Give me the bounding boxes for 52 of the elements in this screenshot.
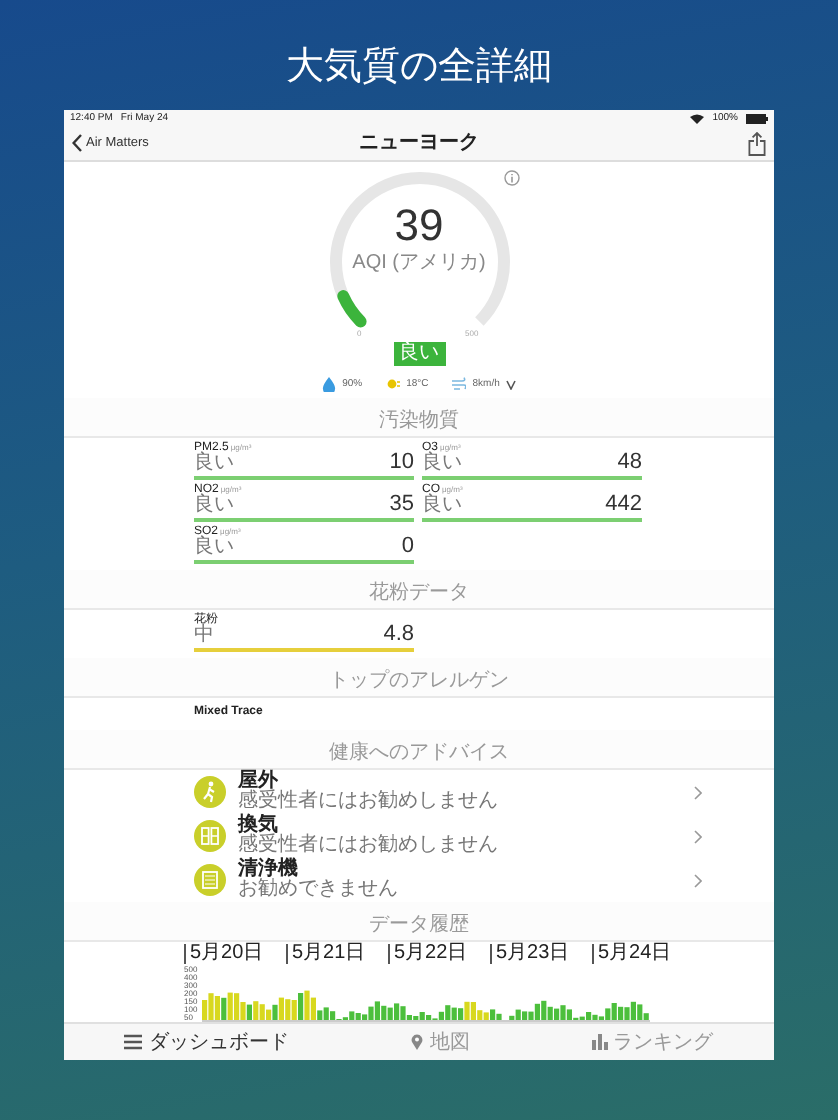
headline: 大気質の全詳細 <box>286 42 552 92</box>
metric-status: 良い <box>194 454 234 474</box>
advice-title: 換気 <box>238 816 278 836</box>
chevron-right-icon <box>694 873 702 887</box>
section-header: 健康へのアドバイス <box>329 742 509 764</box>
metric-value: 10 <box>389 452 414 474</box>
battery-icon <box>746 113 768 123</box>
advice-text: 感受性者にはお勧めしません <box>238 836 500 856</box>
metric-value: 0 <box>401 536 414 558</box>
wifi-icon <box>690 113 705 123</box>
screen-title: ニューヨーク <box>357 133 481 153</box>
metric-status: 良い <box>194 496 234 516</box>
bar-chart-icon <box>591 1034 608 1050</box>
metric-status: 良い <box>422 496 462 516</box>
window-icon <box>194 820 226 852</box>
runner-icon <box>194 776 226 808</box>
chevron-right-icon <box>694 829 702 843</box>
aqi-status-badge: 良い <box>393 342 445 366</box>
metric-value: 4.8 <box>383 624 414 646</box>
list-icon <box>124 1034 143 1050</box>
metric-value: 48 <box>617 452 642 474</box>
advice-row[interactable]: 換気 感受性者にはお勧めしません <box>64 814 774 858</box>
section-header: データ履歴 <box>369 914 469 936</box>
metric-value: 35 <box>389 494 414 516</box>
pin-icon <box>409 1034 424 1050</box>
advice-row[interactable]: 屋外 感受性者にはお勧めしません <box>64 770 774 814</box>
purifier-icon <box>194 864 226 896</box>
section-header: 汚染物質 <box>379 410 459 432</box>
drop-icon <box>322 376 337 392</box>
metric-status: 良い <box>194 538 234 558</box>
chevron-right-icon <box>694 785 702 799</box>
date-label: 5月24日 <box>592 944 686 964</box>
advice-title: 清浄機 <box>238 860 300 880</box>
chevron-left-icon <box>72 134 82 152</box>
tab-button[interactable]: ダッシュボード <box>120 1028 293 1056</box>
date-label: 5月21日 <box>286 944 380 964</box>
date-label: 5月22日 <box>388 944 482 964</box>
sun-icon <box>386 376 401 392</box>
share-icon[interactable] <box>748 131 766 155</box>
wind-icon <box>452 376 467 392</box>
advice-text: 感受性者にはお勧めしません <box>238 792 500 812</box>
metric-status: 良い <box>422 454 462 474</box>
date-label: 5月23日 <box>490 944 584 964</box>
section-header: トップのアレルゲン <box>329 670 509 692</box>
metric-value: 442 <box>605 494 642 516</box>
advice-row[interactable]: 清浄機 お勧めできません <box>64 858 774 902</box>
section-header: 花粉データ <box>369 582 469 604</box>
advice-text: お勧めできません <box>238 880 400 900</box>
date-label: 5月20日 <box>184 944 278 964</box>
metric-status: 中 <box>194 626 214 646</box>
advice-title: 屋外 <box>238 772 278 792</box>
arrow-down-icon <box>505 379 516 389</box>
